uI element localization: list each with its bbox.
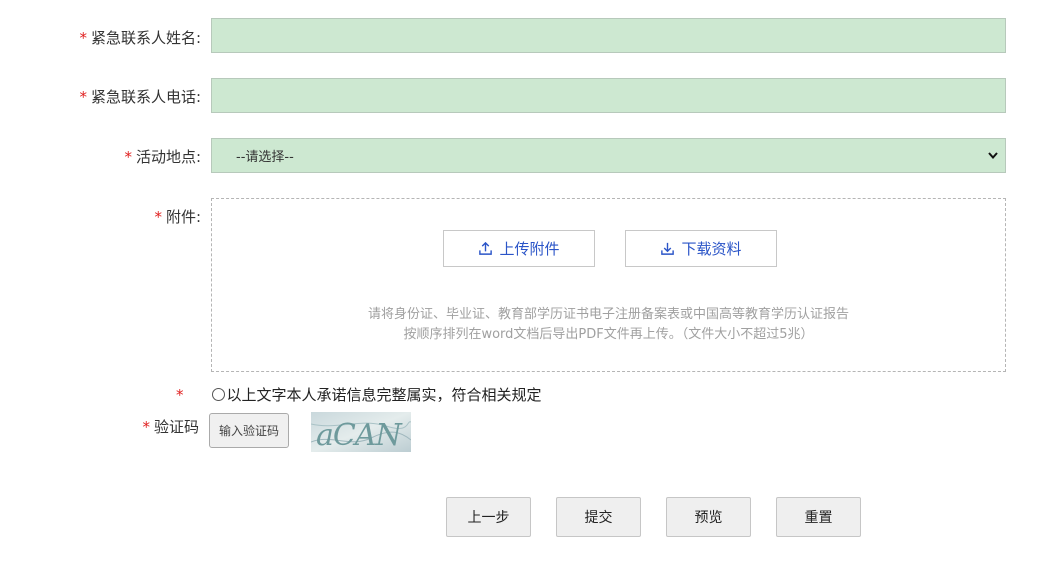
captcha-input[interactable]: 输入验证码 bbox=[209, 413, 289, 448]
required-mark: * bbox=[176, 385, 184, 404]
attachment-label: * 附件: bbox=[154, 208, 201, 226]
download-icon bbox=[661, 242, 675, 255]
upload-icon bbox=[479, 241, 493, 255]
promise-row[interactable]: * 以上文字本人承诺信息完整属实，符合相关规定 bbox=[176, 384, 542, 405]
download-materials-button[interactable]: 下载资料 bbox=[625, 230, 777, 267]
location-select[interactable]: --请选择-- bbox=[211, 138, 1006, 173]
location-selected-value: --请选择-- bbox=[236, 150, 294, 165]
promise-text: 以上文字本人承诺信息完整属实，符合相关规定 bbox=[226, 386, 542, 404]
promise-radio[interactable] bbox=[211, 388, 225, 401]
required-mark: * bbox=[79, 88, 87, 106]
emergency-name-label: * 紧急联系人姓名: bbox=[79, 29, 201, 47]
required-mark: * bbox=[79, 29, 87, 47]
captcha-code: aCAN bbox=[316, 418, 404, 452]
location-label: * 活动地点: bbox=[124, 148, 201, 166]
emergency-phone-label: * 紧急联系人电话: bbox=[79, 88, 201, 106]
upload-hint-line1: 请将身份证、毕业证、教育部学历证书电子注册备案表或中国高等教育学历认证报告 bbox=[367, 307, 849, 322]
submit-button[interactable]: 提交 bbox=[556, 497, 641, 537]
required-mark: * bbox=[142, 418, 150, 436]
captcha-image[interactable]: aCAN bbox=[311, 412, 411, 452]
emergency-name-input[interactable] bbox=[211, 18, 1006, 53]
attachment-upload-area[interactable]: 上传附件 下载资料 请将身份证、毕业证、教育部学历证书电子注册备案表或中国高等教… bbox=[211, 198, 1006, 372]
captcha-label: * 验证码 bbox=[142, 418, 199, 436]
upload-hint-line2: 按顺序排列在word文档后导出PDF文件再上传。（文件大小不超过5兆） bbox=[403, 327, 814, 342]
chevron-down-icon bbox=[988, 152, 998, 160]
emergency-phone-input[interactable] bbox=[211, 78, 1006, 113]
required-mark: * bbox=[124, 148, 132, 166]
previous-step-button[interactable]: 上一步 bbox=[446, 497, 531, 537]
upload-attachment-button[interactable]: 上传附件 bbox=[443, 230, 595, 267]
reset-button[interactable]: 重置 bbox=[776, 497, 861, 537]
preview-button[interactable]: 预览 bbox=[666, 497, 751, 537]
required-mark: * bbox=[154, 208, 162, 226]
